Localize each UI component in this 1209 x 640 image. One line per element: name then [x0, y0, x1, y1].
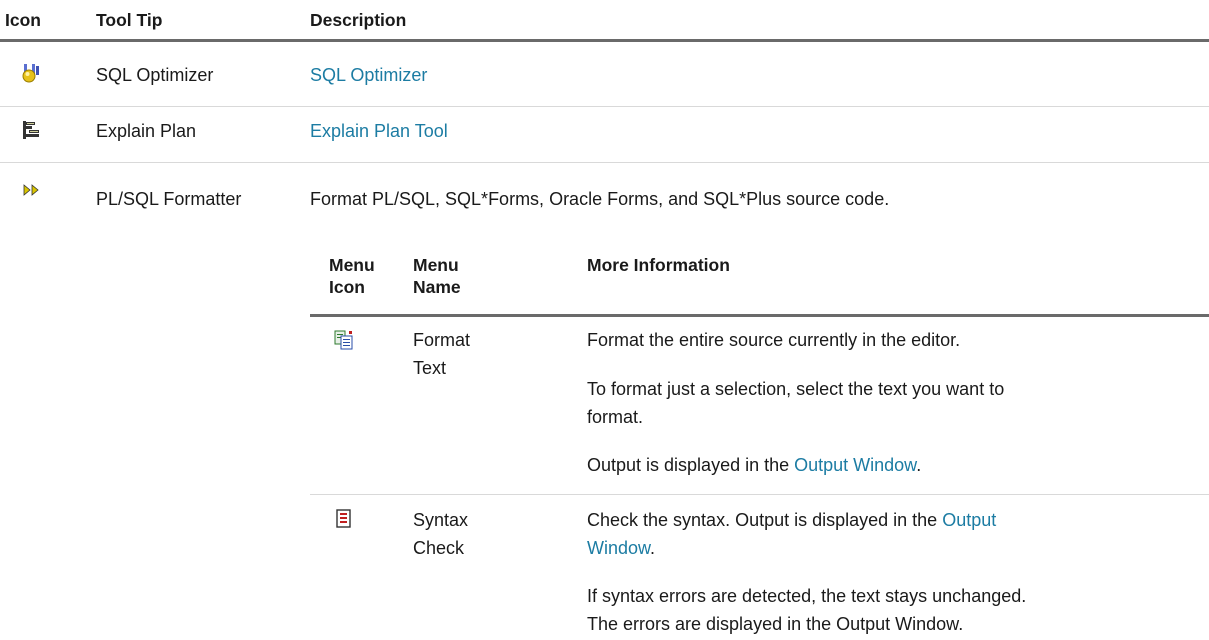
column-header-description: Description: [310, 10, 407, 30]
format-text-icon: [334, 330, 354, 350]
info-paragraph-line2: Window.: [587, 534, 655, 562]
row-divider: [310, 494, 1209, 495]
formatter-icon: [22, 181, 42, 201]
column-header-more-information: More Information: [587, 255, 730, 275]
row-divider: [0, 162, 1209, 163]
column-header-menu-icon-line2: Icon: [329, 277, 365, 297]
nested-header-divider: [310, 314, 1209, 317]
column-header-menu-icon-line1: Menu: [329, 255, 375, 275]
output-window-link-part2[interactable]: Window: [587, 538, 650, 558]
info-paragraph-line2: format.: [587, 407, 644, 427]
column-header-menu-name-line2: Name: [413, 277, 461, 297]
info-paragraph-line1: If syntax errors are detected, the text …: [587, 586, 1027, 606]
info-text: Output is displayed in the: [587, 455, 795, 475]
info-paragraph-line1: Check the syntax. Output is displayed in…: [587, 506, 996, 534]
output-window-link-part1[interactable]: Output: [942, 510, 996, 530]
sql-optimizer-icon: [22, 63, 42, 83]
description-text: Format PL/SQL, SQL*Forms, Oracle Forms, …: [310, 189, 890, 209]
info-text: .: [650, 538, 656, 558]
syntax-check-icon: [334, 509, 354, 529]
menu-name-line2: Text: [413, 358, 447, 378]
output-window-link[interactable]: Output Window: [794, 455, 916, 475]
column-header-tooltip: Tool Tip: [96, 10, 163, 30]
column-header-menu-name-line1: Menu: [413, 255, 459, 275]
info-paragraph: Output is displayed in the Output Window…: [587, 451, 921, 479]
explain-plan-icon: [22, 120, 42, 140]
table-header-row: Icon Tool Tip Description: [0, 0, 1209, 42]
explain-plan-tool-link[interactable]: Explain Plan Tool: [310, 119, 448, 143]
menu-name-line1: Syntax: [413, 510, 469, 530]
info-text: .: [916, 455, 922, 475]
menu-name-line1: Format: [413, 330, 471, 350]
menu-name-line2: Check: [413, 538, 465, 558]
column-header-icon: Icon: [5, 10, 41, 30]
info-text: Check the syntax. Output is displayed in…: [587, 510, 943, 530]
info-paragraph: Format the entire source currently in th…: [587, 330, 961, 350]
tooltip-text: PL/SQL Formatter: [96, 189, 242, 209]
tooltip-text: SQL Optimizer: [96, 65, 214, 85]
info-paragraph-line1: To format just a selection, select the t…: [587, 379, 1005, 399]
info-paragraph-line2: The errors are displayed in the Output W…: [587, 614, 964, 634]
sql-optimizer-link[interactable]: SQL Optimizer: [310, 63, 427, 87]
tooltip-text: Explain Plan: [96, 121, 197, 141]
row-divider: [0, 106, 1209, 107]
